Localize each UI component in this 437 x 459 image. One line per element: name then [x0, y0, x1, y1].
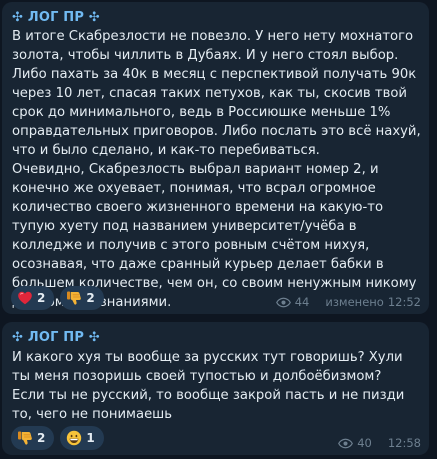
reaction-count: 2	[37, 291, 46, 305]
message-paragraph: И какого хуя ты вообще за русских тут го…	[12, 350, 403, 384]
grinning-face-icon	[67, 430, 82, 446]
reactions-bar: 2 2	[11, 286, 104, 310]
message-paragraph: Если ты не русский, то вообще закрой пас…	[12, 388, 405, 422]
message-text: В итоге Скабрезлости не повезло. У него …	[12, 27, 424, 312]
channel-feed: ✣ ЛОГ ПР ✣ В итоге Скабрезлости не повез…	[0, 0, 437, 459]
edited-label: изменено	[325, 295, 384, 309]
message-time: 12:52	[387, 295, 421, 309]
message-meta: 44 изменено 12:52	[275, 295, 421, 309]
message-paragraph: В итоге Скабрезлости не повезло. У него …	[12, 29, 421, 158]
message-time: 12:58	[387, 436, 421, 450]
reaction-thumbs-down[interactable]: 2	[11, 426, 55, 450]
thumbs-down-icon	[18, 431, 32, 445]
eye-icon	[338, 438, 354, 448]
reaction-count: 2	[37, 431, 46, 445]
channel-name[interactable]: ✣ ЛОГ ПР ✣	[12, 10, 100, 25]
reaction-grinning[interactable]: 1	[60, 426, 104, 450]
view-count: 40	[357, 436, 372, 450]
reaction-thumbs-down[interactable]: 2	[60, 286, 104, 310]
eye-icon	[275, 297, 291, 307]
red-heart-icon	[18, 291, 32, 305]
channel-name[interactable]: ✣ ЛОГ ПР ✣	[12, 330, 100, 345]
reaction-count: 2	[86, 291, 95, 305]
reaction-count: 1	[86, 431, 95, 445]
message-bubble[interactable]: ✣ ЛОГ ПР ✣ В итоге Скабрезлости не повез…	[2, 2, 429, 314]
thumbs-down-icon	[67, 291, 82, 305]
message-bubble[interactable]: ✣ ЛОГ ПР ✣ И какого хуя ты вообще за рус…	[2, 322, 429, 455]
reactions-bar: 2 1	[11, 426, 104, 450]
message-text: И какого хуя ты вообще за русских тут го…	[12, 348, 424, 424]
view-count: 44	[294, 295, 310, 309]
message-meta: 40 12:58	[338, 436, 421, 450]
reaction-heart[interactable]: 2	[11, 286, 55, 310]
